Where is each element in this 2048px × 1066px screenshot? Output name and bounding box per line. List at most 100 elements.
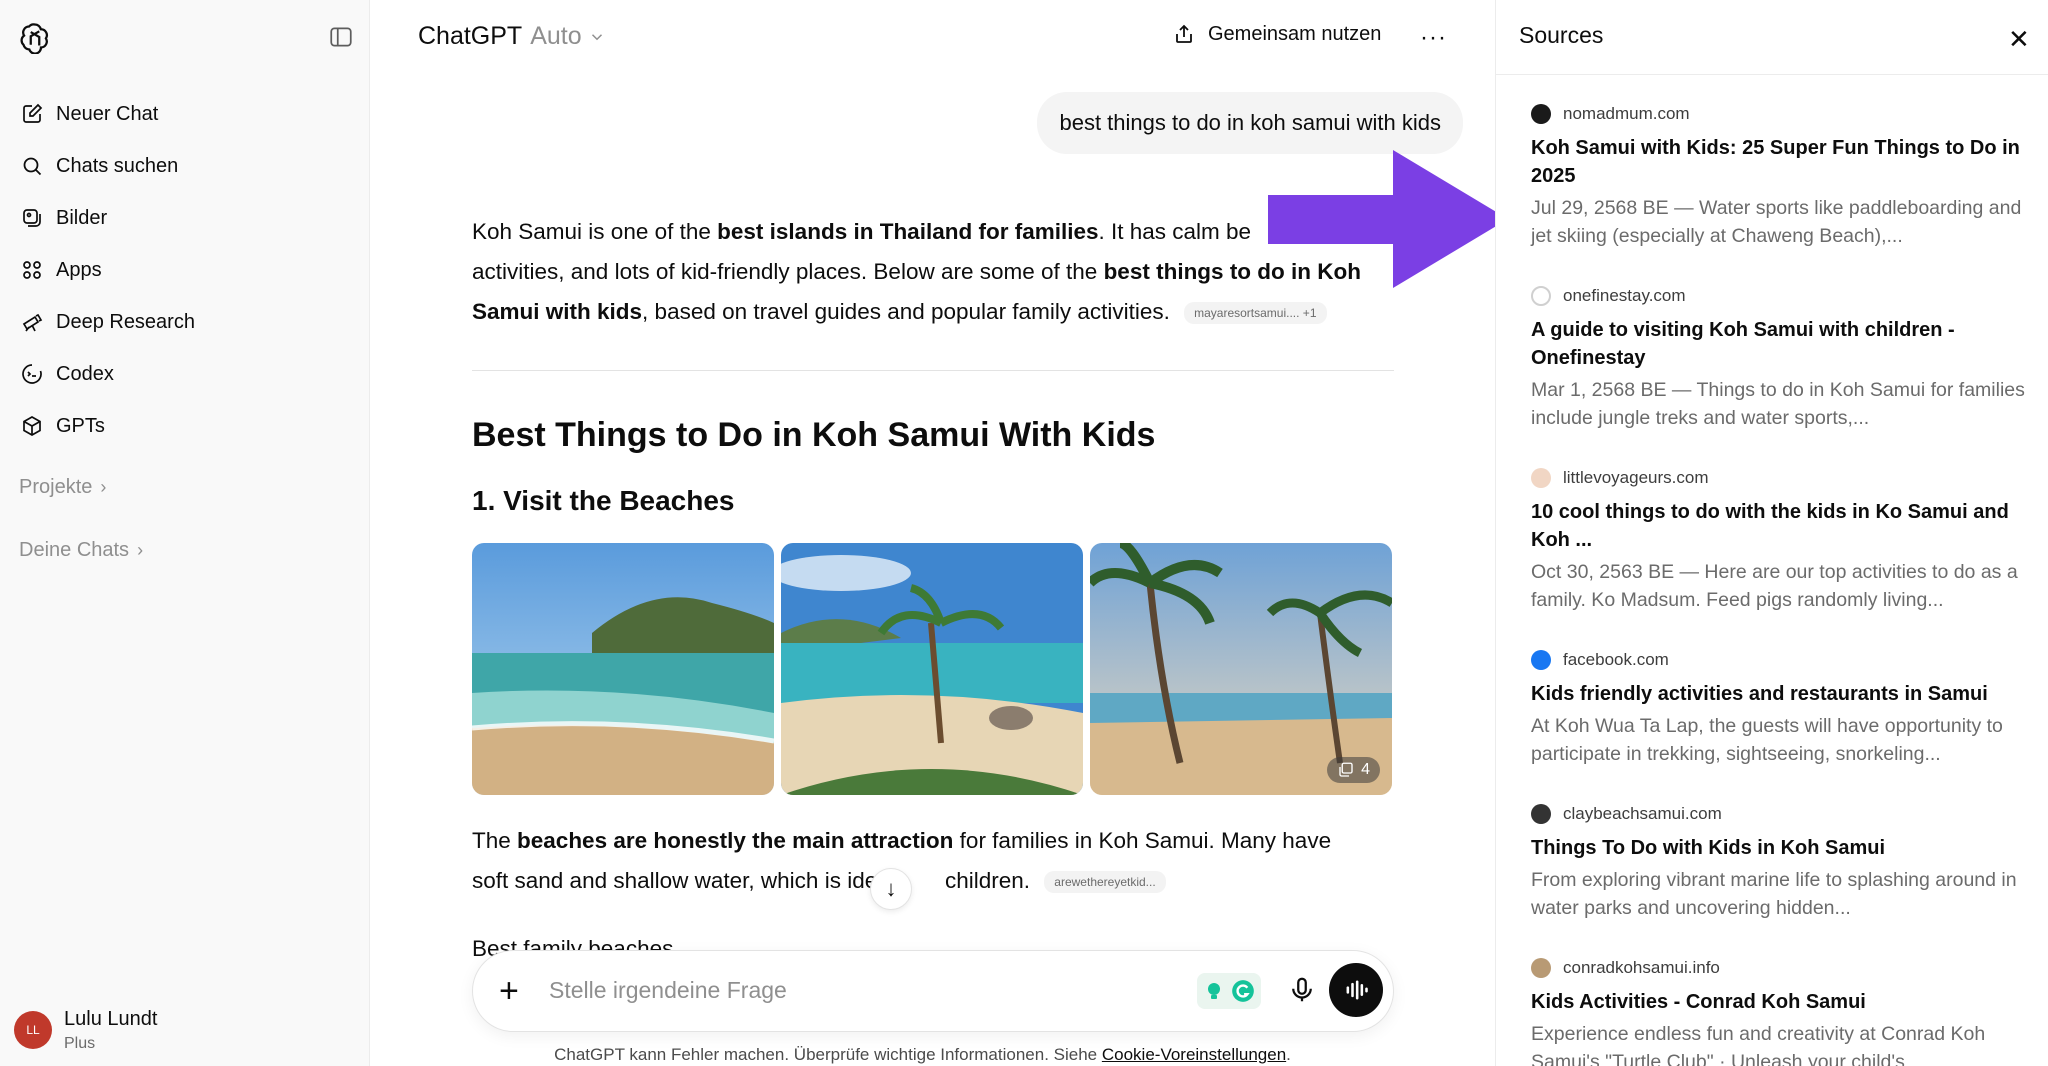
source-item[interactable]: facebook.com Kids friendly activities an… [1531,648,2031,768]
image-icon [23,209,41,227]
grammarly-button[interactable] [1197,973,1261,1009]
sidebar-projects-section[interactable]: Projekte › [19,476,106,499]
sidebar-item-images[interactable]: Bilder [10,192,360,244]
text: , based on travel guides and popular fam… [642,299,1170,324]
sidebar-item-gpts[interactable]: GPTs [10,400,360,452]
sidebar-item-label: Codex [56,362,114,385]
app-title: ChatGPT [418,22,523,50]
favicon-icon [1531,104,1551,124]
sidebar-item-codex[interactable]: Codex [10,348,360,400]
source-list: nomadmum.com Koh Samui with Kids: 25 Sup… [1531,102,2031,1066]
voice-mode-button[interactable] [1329,963,1383,1017]
image-count-badge[interactable]: 4 [1327,757,1380,783]
chevron-right-icon: › [100,477,107,497]
apps-icon [23,261,41,279]
sidebar: Neuer Chat Chats suchen Bilder Apps Deep… [0,0,370,1066]
codex-icon [22,364,42,384]
sidebar-toggle-icon[interactable] [328,24,354,50]
chat-header: ChatGPT Auto Gemeinsam nutzen ··· [370,0,1475,72]
bulb-icon [1208,983,1220,999]
share-button[interactable]: Gemeinsam nutzen [1172,22,1381,46]
arrow-down-icon: ↓ [885,876,897,901]
source-title[interactable]: Things To Do with Kids in Koh Samui [1531,834,2031,862]
source-title[interactable]: A guide to visiting Koh Samui with child… [1531,316,2031,372]
bold-text: best islands in Thailand for families [717,219,1099,244]
sources-title: Sources [1519,22,1604,48]
user-plan: Plus [64,1034,96,1052]
text: for families in Koh Samui. Many have [953,828,1332,853]
beach-photo [781,543,1083,795]
source-item[interactable]: onefinestay.com A guide to visiting Koh … [1531,284,2031,432]
source-site: onefinestay.com [1563,286,1686,305]
beach-image-3[interactable]: 4 [1090,543,1392,795]
sidebar-nav: Neuer Chat Chats suchen Bilder Apps Deep… [10,88,360,452]
sidebar-item-search-chats[interactable]: Chats suchen [10,140,360,192]
beach-image-1[interactable] [472,543,774,795]
citation-chip[interactable]: arewethereyetkid... [1044,871,1166,894]
disclaimer-end: . [1286,1045,1291,1064]
user-message: best things to do in koh samui with kids [1037,92,1463,154]
bold-text: beaches are honestly the main attraction [517,828,954,853]
source-title[interactable]: Koh Samui with Kids: 25 Super Fun Things… [1531,134,2031,190]
more-options-icon[interactable]: ··· [1420,24,1447,52]
share-icon [1176,24,1192,43]
model-selector[interactable]: ChatGPT Auto [418,22,606,51]
source-snippet: Mar 1, 2568 BE — Things to do in Koh Sam… [1531,379,2025,429]
sidebar-item-apps[interactable]: Apps [10,244,360,296]
image-count: 4 [1361,761,1370,778]
facebook-icon [1531,650,1551,670]
projects-label: Projekte [19,476,93,498]
scroll-down-button[interactable]: ↓ [870,868,912,910]
text: Koh Samui is one of the [472,219,718,244]
source-snippet: At Koh Wua Ta Lap, the guests will have … [1531,715,2003,765]
beach-image-2[interactable] [781,543,1083,795]
source-site: claybeachsamui.com [1563,804,1722,823]
source-title[interactable]: Kids Activities - Conrad Koh Samui [1531,988,2031,1016]
chats-label: Deine Chats [19,539,130,561]
composer: + Stelle irgendeine Frage [472,950,1394,1032]
source-site: littlevoyageurs.com [1563,468,1709,487]
text: The [472,828,518,853]
source-item[interactable]: littlevoyageurs.com 10 cool things to do… [1531,466,2031,614]
prompt-input[interactable]: Stelle irgendeine Frage [549,977,787,1004]
source-site: facebook.com [1563,650,1669,669]
sidebar-item-label: Apps [56,258,102,281]
source-snippet: Experience endless fun and creativity at… [1531,1023,1986,1066]
openai-logo-icon[interactable] [18,20,52,54]
sidebar-top [18,20,354,54]
favicon-icon [1531,468,1551,488]
sidebar-item-label: GPTs [56,414,105,437]
text: activities, and lots of kid-friendly pla… [472,259,1104,284]
text: children. [938,868,1031,893]
source-item[interactable]: nomadmum.com Koh Samui with Kids: 25 Sup… [1531,102,2031,250]
subsection-heading: 1. Visit the Beaches [472,485,735,516]
model-name: Auto [530,22,582,50]
source-title[interactable]: Kids friendly activities and restaurants… [1531,680,2031,708]
chevron-down-icon [591,33,602,40]
sidebar-item-label: Deep Research [56,310,195,333]
source-snippet: Jul 29, 2568 BE — Water sports like padd… [1531,197,2022,247]
avatar: LL [14,1011,52,1049]
source-site: conradkohsamui.info [1563,958,1720,977]
add-attachment-button[interactable]: + [499,971,519,1011]
source-site: nomadmum.com [1563,104,1690,123]
close-icon[interactable]: ✕ [2008,24,2030,55]
beaches-paragraph: The beaches are honestly the main attrac… [472,821,1394,901]
sidebar-chats-section[interactable]: Deine Chats › [19,539,143,562]
share-label: Gemeinsam nutzen [1208,22,1382,45]
favicon-icon [1531,804,1551,824]
source-title[interactable]: 10 cool things to do with the kids in Ko… [1531,498,2031,554]
microphone-icon[interactable] [1287,975,1317,1005]
source-item[interactable]: claybeachsamui.com Things To Do with Kid… [1531,802,2031,922]
citation-chip[interactable]: mayaresortsamui.... +1 [1184,302,1327,325]
sidebar-item-new-chat[interactable]: Neuer Chat [10,88,360,140]
chatgpt-app: Neuer Chat Chats suchen Bilder Apps Deep… [0,0,2048,1066]
section-heading: Best Things to Do in Koh Samui With Kids [472,416,1156,454]
source-item[interactable]: conradkohsamui.info Kids Activities - Co… [1531,956,2031,1066]
cookie-settings-link[interactable]: Cookie-Voreinstellungen [1102,1045,1286,1064]
image-gallery: 4 [472,543,1394,795]
sidebar-item-deep-research[interactable]: Deep Research [10,296,360,348]
intro-paragraph: Koh Samui is one of the best islands in … [472,212,1394,332]
user-profile[interactable]: LL Lulu Lundt Plus [14,1002,157,1058]
assistant-response: Koh Samui is one of the best islands in … [472,212,1394,901]
